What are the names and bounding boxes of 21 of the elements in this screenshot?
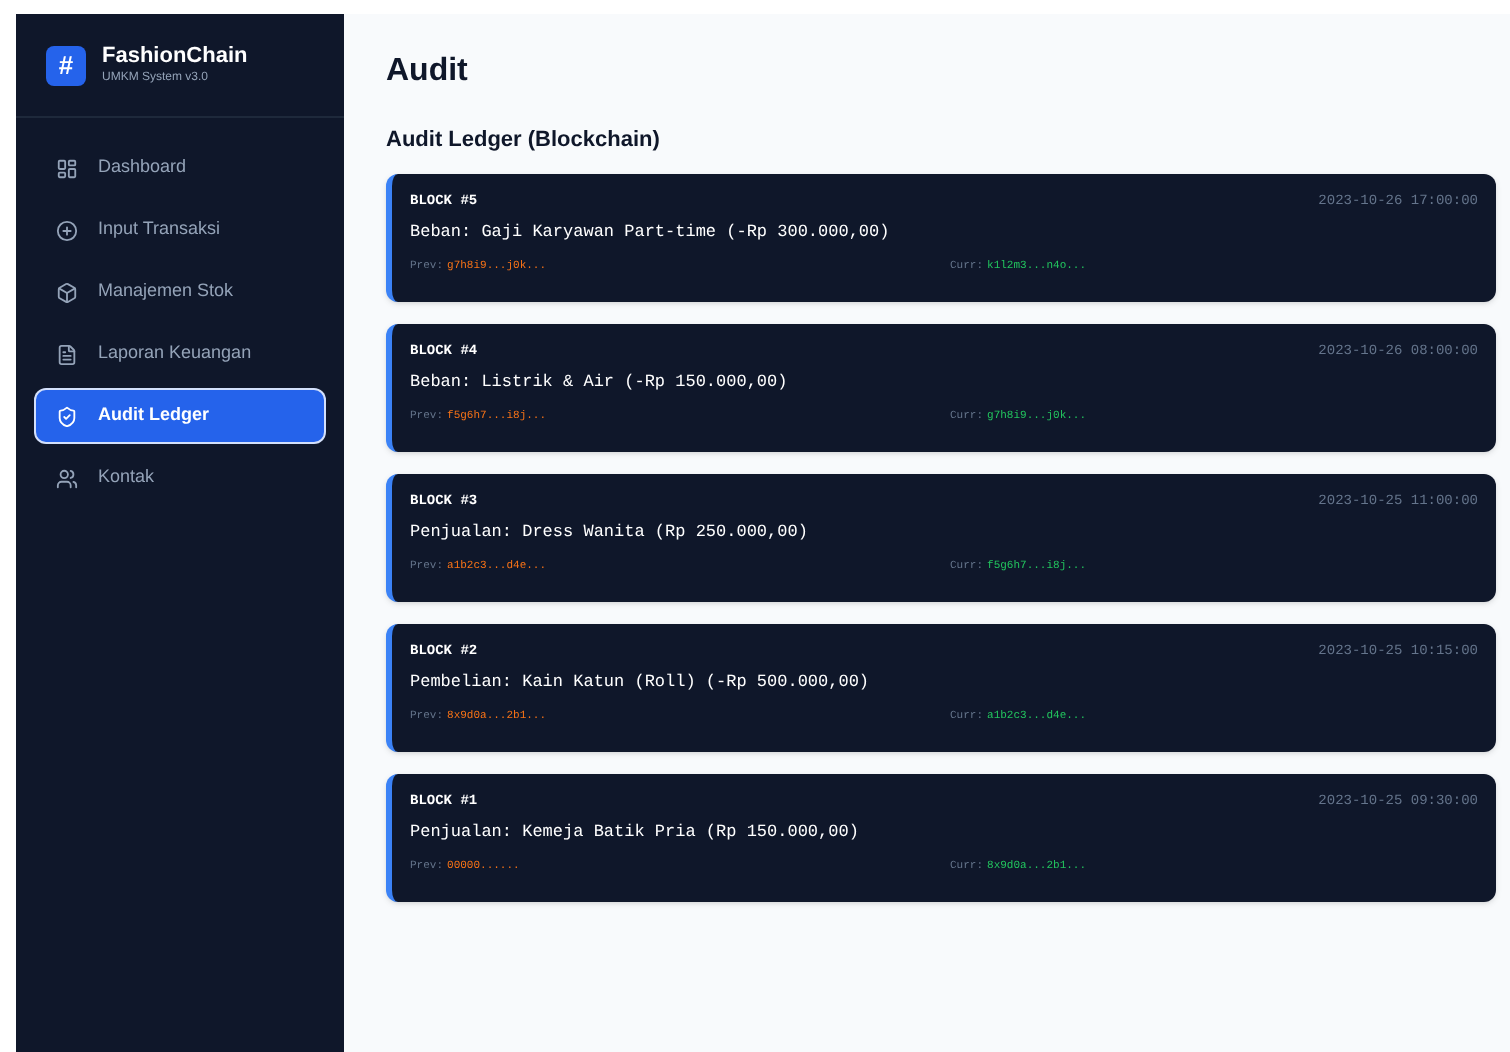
block-description: Beban: Gaji Karyawan Part-time (-Rp 300.000,00) (410, 220, 892, 246)
sidebar-item[interactable]: Manajemen Stok (34, 264, 326, 320)
users-icon (56, 467, 78, 489)
block-description: Pembelian: Kain Katun (Roll) (-Rp 500.000,00) (410, 670, 872, 696)
page-title: Audit (386, 54, 470, 90)
sidebar-item[interactable]: Laporan Keuangan (34, 326, 326, 382)
block-description: Beban: Listrik & Air (-Rp 150.000,00) (410, 370, 790, 396)
logo-badge: # (46, 45, 86, 85)
sidebar-item[interactable]: Input Transaksi (34, 202, 326, 258)
plus-circle-icon (56, 219, 78, 241)
sidebar-item[interactable]: Dashboard (34, 140, 326, 196)
cube-icon (56, 281, 78, 303)
grid-icon (56, 157, 78, 179)
sidebar-item[interactable]: Kontak (34, 450, 326, 506)
app-name: FashionChain (102, 43, 248, 71)
shield-check-icon (56, 405, 78, 427)
section-title: Audit Ledger (Blockchain) (386, 126, 662, 156)
block-description: Penjualan: Kemeja Batik Pria (Rp 150.000,00) (410, 820, 861, 846)
block-description: Penjualan: Dress Wanita (Rp 250.000,00) (410, 520, 810, 546)
sidebar-item[interactable]: Audit Ledger (34, 388, 326, 444)
document-icon (56, 343, 78, 365)
